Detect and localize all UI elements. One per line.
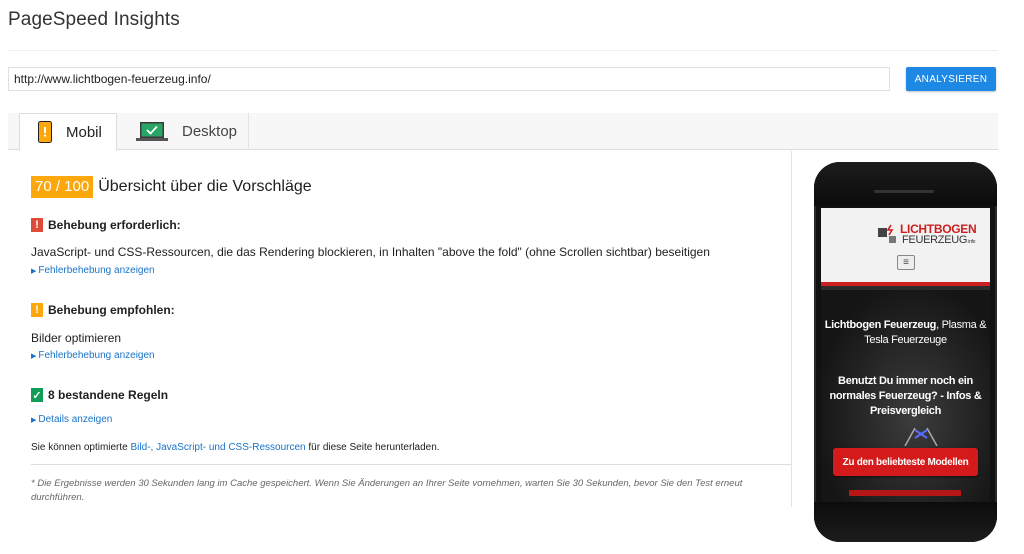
show-details-link[interactable]: ▶ Details anzeigen [31,414,112,425]
phone-bottom-bezel [814,502,997,542]
section-recommended-title: Behebung empfohlen: [48,303,175,317]
rule-optimize-images: Bilder optimieren [31,331,122,345]
show-fix-link-required[interactable]: ▶ Fehlerbehebung anzeigen [31,265,155,276]
hamburger-menu-icon: ≡ [897,255,915,270]
title-divider [8,50,998,51]
preview-subheadline: Benutzt Du immer noch ein normales Feuer… [829,375,982,417]
cache-footnote: * Die Ergebnisse werden 30 Sekunden lang… [31,478,743,503]
logo-mark-icon [878,224,896,243]
summary-heading: Übersicht über die Vorschläge [98,178,312,195]
checkmark-icon: ✓ [31,388,43,402]
preview-site-header: LICHTBOGEN FEUERZEUG.info ≡ [821,208,990,286]
download-resources-link[interactable]: Bild-, JavaScript- und CSS-Ressourcen [131,442,306,453]
triangle-right-icon: ▶ [31,267,37,275]
download-suffix: für diese Seite herunterladen. [305,442,440,453]
logo-suffix: .info [967,239,976,245]
download-prefix: Sie können optimierte [31,442,131,453]
preview-headline-bold: Lichtbogen Feuerzeug [824,319,937,331]
device-tabs: Mobil Desktop [8,113,998,151]
mobile-phone-icon [38,121,52,143]
phone-speaker [874,190,934,193]
triangle-right-icon: ▶ [31,352,37,360]
tab-mobile-label: Mobil [66,123,102,141]
analyze-button[interactable]: ANALYSIEREN [906,67,996,91]
logo-line2: FEUERZEUG [902,234,968,246]
mobile-preview-device: LICHTBOGEN FEUERZEUG.info ≡ Lichtbogen F… [814,162,997,542]
preview-red-bar [849,490,961,496]
tab-mobile[interactable]: Mobil [19,113,117,151]
preview-cta-button: Zu den beliebteste Modellen [833,448,978,476]
page-title: PageSpeed Insights [8,9,180,30]
section-required-title: Behebung erforderlich: [48,218,181,232]
triangle-right-icon: ▶ [31,416,37,424]
show-fix-link-required-label: Fehlerbehebung anzeigen [38,265,155,276]
preview-hero: Lichtbogen Feuerzeug, Plasma & Tesla Feu… [821,290,990,502]
phone-top-bezel [814,162,997,206]
tab-desktop[interactable]: Desktop [117,113,249,150]
mobile-preview-screen: LICHTBOGEN FEUERZEUG.info ≡ Lichtbogen F… [821,208,990,502]
exclamation-icon: ! [31,218,43,232]
download-resources-text: Sie können optimierte Bild-, JavaScript-… [31,442,440,453]
section-passed-title: 8 bestandene Regeln [48,388,169,402]
score-badge: 70 / 100 [31,176,94,198]
section-required-header: ! Behebung erforderlich: [31,218,181,232]
panel-divider [791,151,792,507]
exclamation-icon: ! [31,303,43,317]
logo-line2-wrap: FEUERZEUG.info [902,234,975,246]
show-details-link-label: Details anzeigen [38,414,113,425]
desktop-monitor-icon [136,121,168,141]
preview-headline: Lichtbogen Feuerzeug, Plasma & Tesla Feu… [821,318,990,348]
footnote-divider [31,464,791,465]
show-fix-link-recommended[interactable]: ▶ Fehlerbehebung anzeigen [31,350,155,361]
rule-render-blocking: JavaScript- und CSS-Ressourcen, die das … [31,245,710,259]
plasma-arc-icon [904,427,938,446]
tab-desktop-label: Desktop [182,123,238,140]
preview-site-logo: LICHTBOGEN FEUERZEUG.info [878,222,977,248]
url-input[interactable] [8,67,890,91]
show-fix-link-recommended-label: Fehlerbehebung anzeigen [38,350,155,361]
section-passed-header: ✓ 8 bestandene Regeln [31,388,168,402]
score-summary: 70 / 100 Übersicht über die Vorschläge [31,176,312,198]
section-recommended-header: ! Behebung empfohlen: [31,303,175,317]
